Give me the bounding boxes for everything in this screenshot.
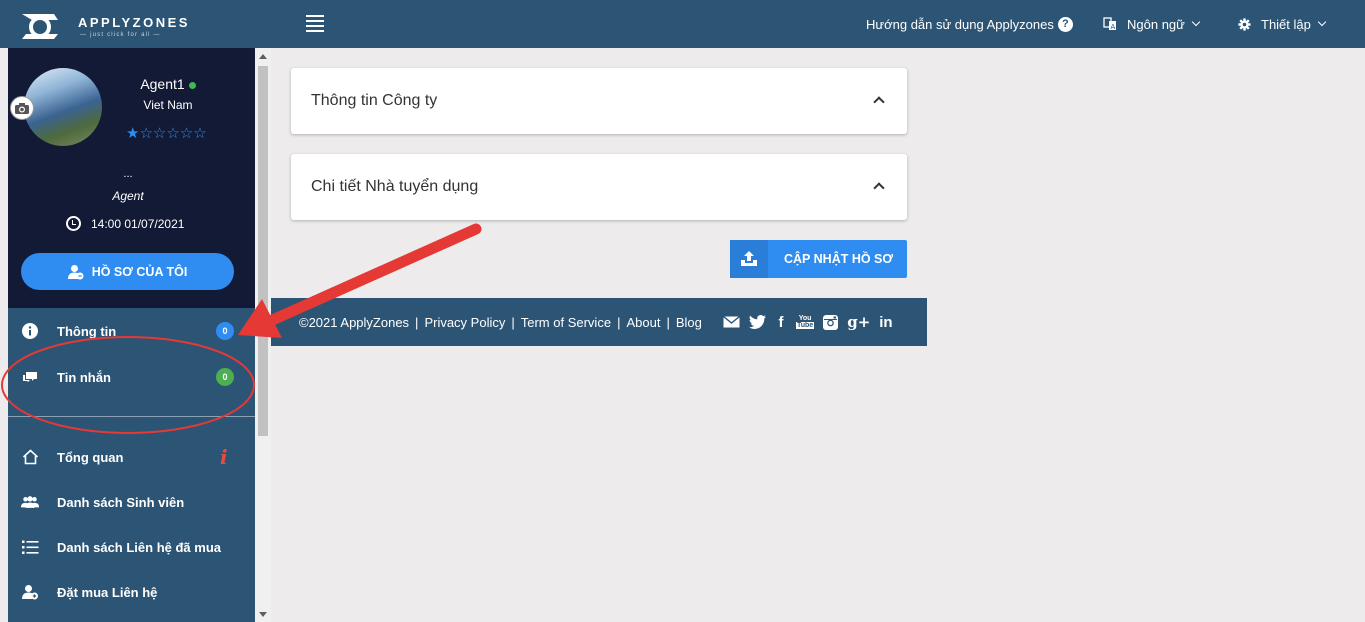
sidebar-item-label: Danh sách Liên hệ đã mua [57,539,221,555]
camera-icon[interactable] [10,96,34,120]
my-profile-label: HỒ SƠ CỦA TÔI [91,264,188,279]
home-icon [21,448,39,466]
linkedin-icon[interactable]: in [879,314,892,331]
privacy-policy-link[interactable]: Privacy Policy [424,315,505,330]
facebook-icon[interactable]: f [775,314,787,331]
company-info-panel[interactable]: Thông tin Công ty [291,68,907,134]
settings-label: Thiết lập [1261,16,1311,32]
youtube-label-top: You [798,315,812,322]
chevron-down-icon [1191,17,1201,27]
update-profile-button[interactable]: CẬP NHẬT HỒ SƠ [730,240,907,278]
sidebar: Agent1 Viet Nam ★☆☆☆☆☆ ... Agent 14:00 0… [8,48,255,622]
logo-tagline: — just click for all — [80,32,161,38]
sidebar-item-purchased-contacts[interactable]: Danh sách Liên hệ đã mua [8,525,248,569]
profile-country: Viet Nam [143,98,193,112]
blog-link[interactable]: Blog [676,315,702,330]
info-count-badge: 0 [216,322,234,340]
applyzones-logo[interactable]: APPLYZONES — just click for all — [18,8,193,42]
svg-text:A: A [1111,23,1116,31]
sidebar-item-label: Tổng quan [57,449,124,465]
youtube-label-bottom: Tube [796,322,815,329]
my-profile-button[interactable]: HỒ SƠ CỦA TÔI [21,253,234,290]
logo-text: APPLYZONES [78,15,190,30]
online-status-dot [188,81,196,89]
sidebar-item-label: Đặt mua Liên hệ [57,584,158,600]
chevron-down-icon [1317,17,1327,27]
terms-of-service-link[interactable]: Term of Service [521,315,611,330]
sidebar-item-label: Danh sách Sinh viên [57,494,185,510]
user-guide-label: Hướng dẫn sử dụng Applyzones [866,16,1054,32]
sidebar-item-overview[interactable]: Tổng quan i [8,435,248,479]
footer-separator: | [617,314,621,330]
sidebar-item-buy-contacts[interactable]: Đặt mua Liên hệ [8,570,248,614]
user-plus-icon [21,583,39,601]
rating-stars: ★☆☆☆☆☆ [126,125,207,142]
scroll-up-arrow-icon[interactable] [259,54,267,59]
scroll-down-arrow-icon[interactable] [259,612,267,617]
twitter-icon[interactable] [749,315,766,329]
info-circle-icon [21,322,39,340]
scrollbar-thumb[interactable] [258,66,268,436]
sidebar-item-label: Thông tin [57,323,117,339]
copyright-text: ©2021 ApplyZones [299,314,410,330]
profile-panel: Agent1 Viet Nam ★☆☆☆☆☆ ... Agent 14:00 0… [8,48,255,308]
youtube-icon[interactable]: You Tube [796,315,815,329]
alarm-clock-icon [66,216,81,231]
info-italic-icon[interactable]: i [220,445,228,469]
sidebar-divider [8,416,255,417]
chevron-up-icon[interactable] [873,96,885,108]
recruiter-details-title: Chi tiết Nhà tuyển dụng [311,178,479,195]
user-settings-icon [67,264,84,279]
google-plus-icon[interactable]: g+ [847,313,870,331]
settings-dropdown[interactable]: Thiết lập [1238,0,1327,48]
sidebar-item-label: Tin nhắn [57,369,111,385]
footer-links: ©2021 ApplyZones | Privacy Policy | Term… [299,315,702,330]
profile-role: Agent [112,189,144,203]
recruiter-details-panel[interactable]: Chi tiết Nhà tuyển dụng [291,154,907,220]
update-profile-label: CẬP NHẬT HỒ SƠ [784,252,894,266]
gear-icon [1238,17,1251,31]
language-dropdown[interactable]: A Ngôn ngữ [1103,0,1201,48]
instagram-icon[interactable] [823,314,839,330]
messages-count-badge: 0 [216,368,234,386]
profile-dots: ... [123,168,133,180]
profile-datetime: 14:00 01/07/2021 [66,216,184,231]
language-label: Ngôn ngữ [1127,16,1185,32]
chat-icon [21,368,39,386]
about-link[interactable]: About [626,315,660,330]
language-icon: A [1103,17,1116,31]
top-navbar: APPLYZONES — just click for all — Hướng … [0,0,1365,48]
menu-toggle-icon[interactable] [306,15,324,33]
company-info-title: Thông tin Công ty [311,92,438,109]
sidebar-item-info[interactable]: Thông tin 0 [8,309,248,353]
datetime-value: 14:00 01/07/2021 [91,216,185,231]
footer: ©2021 ApplyZones | Privacy Policy | Term… [271,298,927,346]
footer-separator: | [511,314,515,330]
profile-name: Agent1 [140,76,185,92]
profile-name-row: Agent1 [118,76,218,92]
users-group-icon [21,493,39,511]
upload-tray-icon [730,240,768,278]
list-icon [21,538,39,556]
user-guide-link[interactable]: Hướng dẫn sử dụng Applyzones ? [866,0,1073,48]
sidebar-item-students[interactable]: Danh sách Sinh viên [8,480,248,524]
footer-separator: | [415,314,419,330]
social-links: f You Tube g+ in [723,313,902,331]
sidebar-item-messages[interactable]: Tin nhắn 0 [8,355,248,399]
footer-separator: | [666,314,670,330]
help-icon: ? [1057,16,1073,32]
sidebar-scrollbar[interactable] [255,48,271,622]
logo-mark-icon [22,14,58,39]
avatar[interactable] [24,68,102,146]
email-icon[interactable] [723,316,740,328]
chevron-up-icon[interactable] [873,182,885,194]
